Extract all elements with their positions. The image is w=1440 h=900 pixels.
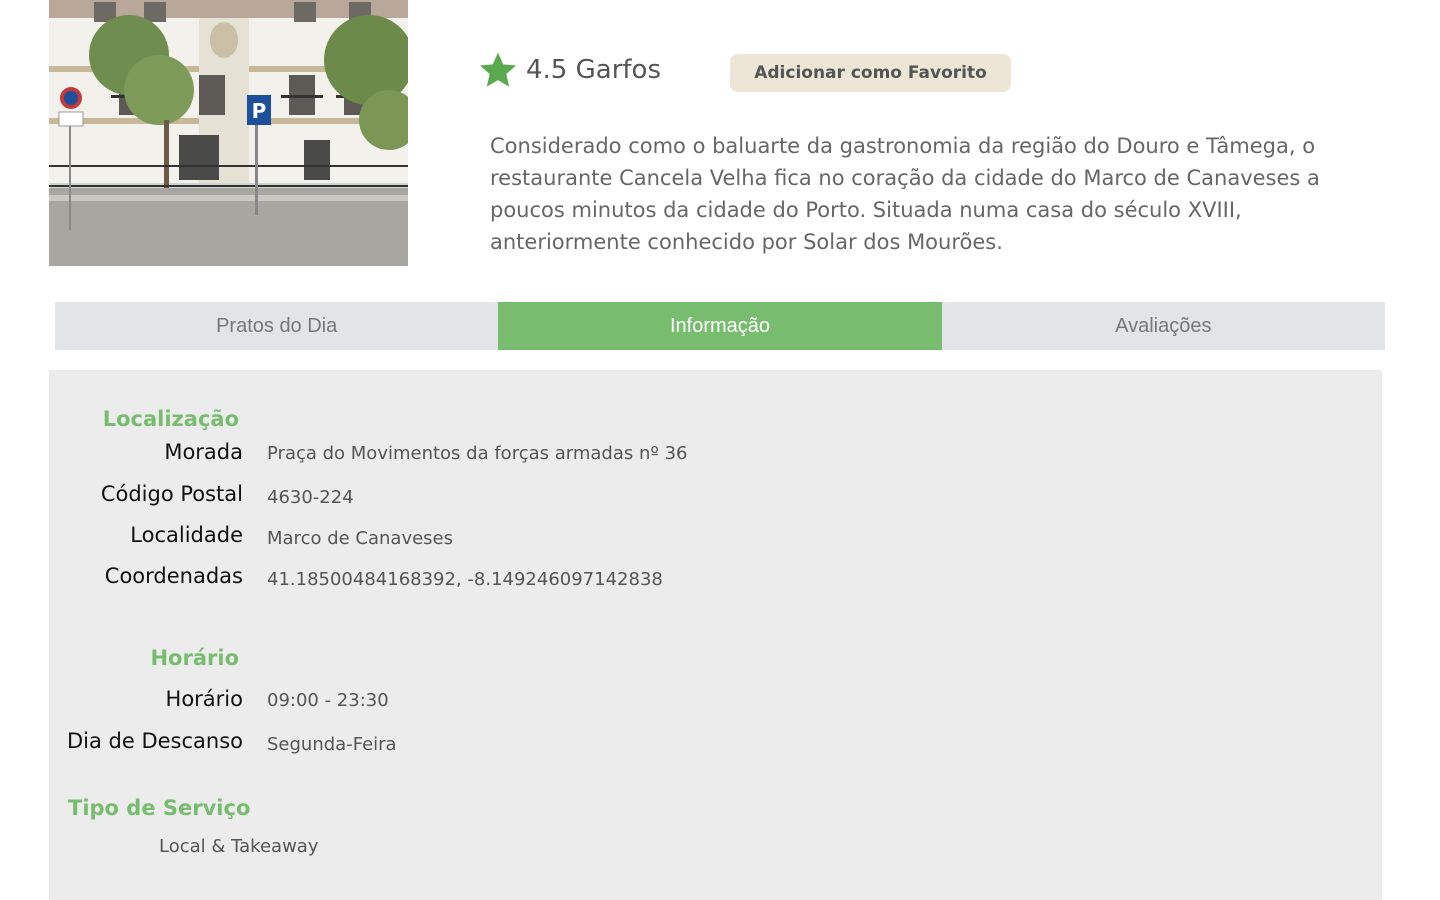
rating-text: 4.5 Garfos [526,55,661,85]
locality-value: Marco de Canaveses [267,528,454,549]
rating: 4.5 Garfos [478,48,661,92]
tab-informacao[interactable]: Informação [498,302,942,350]
star-icon [478,50,518,90]
postal-code-value: 4630-224 [267,487,354,508]
restaurant-description: Considerado como o baluarte da gastronom… [490,134,1320,254]
hours-label: Horário [165,687,243,711]
add-favorite-button[interactable]: Adicionar como Favorito [730,54,1011,92]
schedule-title: Horário [150,646,239,670]
info-tabs: Pratos do Dia Informação Avaliações [55,302,1385,350]
postal-code-label: Código Postal [100,482,243,506]
locality-label: Localidade [130,523,243,547]
restaurant-photo: P [49,0,408,266]
address-label: Morada [164,440,243,464]
service-type-title: Tipo de Serviço [68,796,251,820]
coordinates-value: 41.18500484168392, -8.149246097142838 [267,569,663,590]
rest-day-value: Segunda-Feira [267,734,397,755]
location-title: Localização [102,407,239,431]
info-panel: Localização Morada Praça do Movimentos d… [49,370,1382,900]
tab-pratos-do-dia[interactable]: Pratos do Dia [55,302,499,350]
service-type-value: Local & Takeaway [159,836,319,857]
hours-value: 09:00 - 23:30 [267,690,389,711]
rest-day-label: Dia de Descanso [66,729,243,753]
address-value: Praça do Movimentos da forças armadas nº… [267,443,688,464]
tab-avaliacoes[interactable]: Avaliações [941,302,1385,350]
coordinates-label: Coordenadas [104,564,243,588]
svg-text:P: P [252,99,267,123]
